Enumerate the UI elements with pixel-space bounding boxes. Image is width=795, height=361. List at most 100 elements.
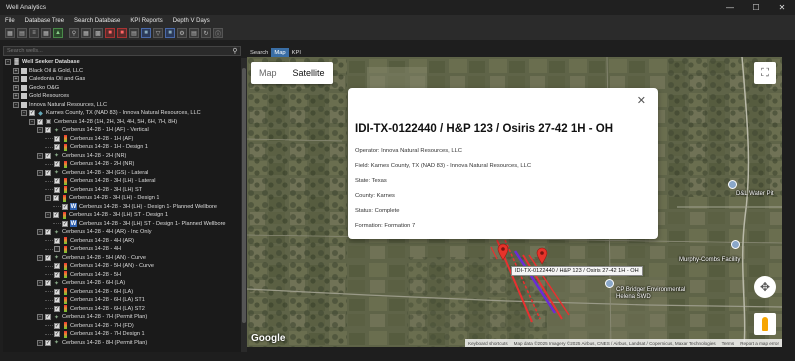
- collapse-icon[interactable]: -: [5, 59, 11, 66]
- layers-icon[interactable]: ▤: [129, 28, 139, 38]
- collapse-icon[interactable]: -: [45, 195, 51, 202]
- collapse-icon[interactable]: -: [29, 118, 35, 125]
- tab-kpi[interactable]: KPI: [289, 48, 304, 57]
- tree-checkbox[interactable]: ✓: [37, 118, 43, 125]
- tree-row[interactable]: ✓ Cerberus 14-28 - 7H (FD): [3, 322, 233, 331]
- menu-database-tree[interactable]: Database Tree: [20, 18, 69, 24]
- tree-row[interactable]: ✓ Cerberus 14-28 - 3H (LH) ST: [3, 186, 233, 195]
- tree-row[interactable]: + Black Oil & Gold, LLC: [3, 67, 233, 76]
- tree-row[interactable]: + Gecko O&G: [3, 84, 233, 93]
- maximize-icon[interactable]: ☐: [743, 0, 769, 15]
- map-type-satellite-button[interactable]: Satellite: [285, 62, 333, 84]
- tree-checkbox[interactable]: ✓: [54, 263, 60, 270]
- tree-row[interactable]: ✓ Cerberus 14-28 - 3H (LH) - Lateral: [3, 177, 233, 186]
- info-icon[interactable]: ⓘ: [213, 28, 223, 38]
- tab-search[interactable]: Search: [247, 48, 271, 57]
- tree-row[interactable]: - ✓ ✦ Cerberus 14-28 - 4H (AR) - Inc Only: [3, 228, 233, 237]
- tree-checkbox[interactable]: ✓: [45, 169, 51, 176]
- tree-row[interactable]: ✓ Cerberus 14-28 - 6H (LA): [3, 288, 233, 297]
- expand-icon[interactable]: +: [13, 67, 19, 74]
- search-icon[interactable]: ⚲: [230, 47, 240, 56]
- open-icon[interactable]: ▦: [5, 28, 15, 38]
- settings-icon[interactable]: ⚙: [177, 28, 187, 38]
- tree-checkbox[interactable]: ✓: [54, 246, 60, 253]
- camera-control-icon[interactable]: ✥: [754, 276, 776, 298]
- tree-checkbox[interactable]: ✓: [54, 186, 60, 193]
- tree-checkbox[interactable]: ✓: [54, 161, 60, 168]
- tree-row[interactable]: + Caledonia Oil and Gas: [3, 75, 233, 84]
- tree-row[interactable]: - ✓ Cerberus 14-28 - 3H (LH) ST - Design 1: [3, 211, 233, 220]
- close-icon[interactable]: ✕: [637, 94, 646, 107]
- place-cp-bridger[interactable]: CP Bridger Environmental Helena SWD: [616, 287, 696, 301]
- tree-checkbox[interactable]: ✓: [45, 152, 51, 159]
- tree-row[interactable]: - ✓ ▣ Cerberus 14-28 (1H, 2H, 3H, 4H, 5H, 6…: [3, 118, 233, 127]
- tree-row[interactable]: - ✓ ✦ Cerberus 14-28 - 3H (GS) - Lateral: [3, 169, 233, 178]
- export-icon[interactable]: ▲: [53, 28, 63, 38]
- tree-checkbox[interactable]: ✓: [54, 144, 60, 151]
- grid-icon[interactable]: ▦: [41, 28, 51, 38]
- place-icon[interactable]: [728, 180, 737, 189]
- map-icon[interactable]: ■: [141, 28, 151, 38]
- tree-row[interactable]: ✓ Cerberus 14-28 - 6H (LA) ST1: [3, 296, 233, 305]
- tree-checkbox[interactable]: ✓: [45, 229, 51, 236]
- minimize-icon[interactable]: —: [717, 0, 743, 15]
- tree-row[interactable]: - ✓ ✦ Cerberus 14-28 - 6H (LA): [3, 279, 233, 288]
- tree-row[interactable]: - Innova Natural Resources, LLC: [3, 101, 233, 110]
- save-icon[interactable]: ▤: [17, 28, 27, 38]
- place-icon[interactable]: [605, 279, 614, 288]
- collapse-icon[interactable]: -: [37, 229, 43, 236]
- collapse-icon[interactable]: -: [37, 169, 43, 176]
- expand-icon[interactable]: +: [13, 76, 19, 83]
- tree-row[interactable]: ✓ Cerberus 14-28 - 5H (AN) - Curve: [3, 262, 233, 271]
- tree-checkbox[interactable]: ✓: [54, 331, 60, 338]
- tree-checkbox[interactable]: ✓: [54, 305, 60, 312]
- place-murphy-combs[interactable]: Murphy-Combs Facility: [679, 257, 740, 263]
- report-error-link[interactable]: Report a map error: [737, 341, 782, 346]
- collapse-icon[interactable]: -: [37, 280, 43, 287]
- tree-row[interactable]: - ✓ ✦ Cerberus 14-28 - 2H (NR): [3, 152, 233, 161]
- menu-file[interactable]: File: [0, 18, 20, 24]
- tree-row[interactable]: ✓ Cerberus 14-28 - 5H: [3, 271, 233, 280]
- tree-row[interactable]: ✓ Cerberus 14-28 - 4H (AR): [3, 237, 233, 246]
- tree-checkbox[interactable]: ✓: [54, 237, 60, 244]
- tree-row[interactable]: - ✓ ◆ Karnes County, TX (NAD 83) - Innova N…: [3, 109, 233, 118]
- tree-row[interactable]: - ✓ ✦ Cerberus 14-28 - 8H (Permit Plan): [3, 339, 233, 348]
- collapse-icon[interactable]: -: [45, 212, 51, 219]
- report-icon[interactable]: ■: [117, 28, 127, 38]
- plot-icon[interactable]: ■: [165, 28, 175, 38]
- menu-kpi-reports[interactable]: KPI Reports: [125, 18, 167, 24]
- tree-checkbox[interactable]: ✓: [45, 314, 51, 321]
- tree-row[interactable]: ✓ Cerberus 14-28 - 1H - Design 1: [3, 143, 233, 152]
- tree-checkbox[interactable]: ✓: [62, 203, 68, 210]
- well-marker-pin[interactable]: [497, 243, 509, 261]
- tree-row[interactable]: - ✓ ✦ Cerberus 14-28 - 1H (AF) - Vertical: [3, 126, 233, 135]
- fullscreen-icon[interactable]: ⛶: [754, 62, 776, 84]
- tree-row[interactable]: ✓ Cerberus 14-28 - 6H (LA) ST2: [3, 305, 233, 314]
- collapse-icon[interactable]: -: [37, 314, 43, 321]
- map-view[interactable]: Map Satellite ⛶ ✕ IDI-TX-0122440 / H&P 1…: [247, 57, 782, 347]
- expand-icon[interactable]: +: [13, 84, 19, 91]
- tree-row[interactable]: - ✓ ✦ Cerberus 14-28 - 5H (AN) - Curve: [3, 254, 233, 263]
- tree-checkbox[interactable]: ✓: [54, 288, 60, 295]
- list-icon[interactable]: ≡: [29, 28, 39, 38]
- tree-checkbox[interactable]: ✓: [54, 297, 60, 304]
- menu-search-database[interactable]: Search Database: [69, 18, 125, 24]
- expand-icon[interactable]: +: [13, 93, 19, 100]
- tree-row[interactable]: ✓ Cerberus 14-28 - 2H (NR): [3, 160, 233, 169]
- terms-link[interactable]: Terms: [719, 341, 738, 346]
- refresh-icon[interactable]: ↻: [201, 28, 211, 38]
- well-marker-pin[interactable]: [536, 247, 548, 265]
- search-tool-icon[interactable]: ⚲: [69, 28, 79, 38]
- tree-checkbox[interactable]: ✓: [53, 195, 59, 202]
- keyboard-shortcuts-link[interactable]: Keyboard shortcuts: [465, 341, 511, 346]
- collapse-icon[interactable]: -: [21, 110, 27, 117]
- close-icon[interactable]: ✕: [769, 0, 795, 15]
- tree-row[interactable]: ✓ W Cerberus 14-28 - 3H (LH) - Design 1- P…: [3, 203, 233, 212]
- collapse-icon[interactable]: -: [13, 101, 19, 108]
- pegman-icon[interactable]: [754, 313, 776, 335]
- tree-checkbox[interactable]: ✓: [54, 271, 60, 278]
- tree-checkbox[interactable]: ✓: [62, 220, 68, 227]
- tree-checkbox[interactable]: ✓: [54, 135, 60, 142]
- tree-row[interactable]: - ✓ Cerberus 14-28 - 3H (LH) - Design 1: [3, 194, 233, 203]
- tree-row[interactable]: ✓ W Cerberus 14-28 - 3H (LH) ST - Design 1…: [3, 220, 233, 229]
